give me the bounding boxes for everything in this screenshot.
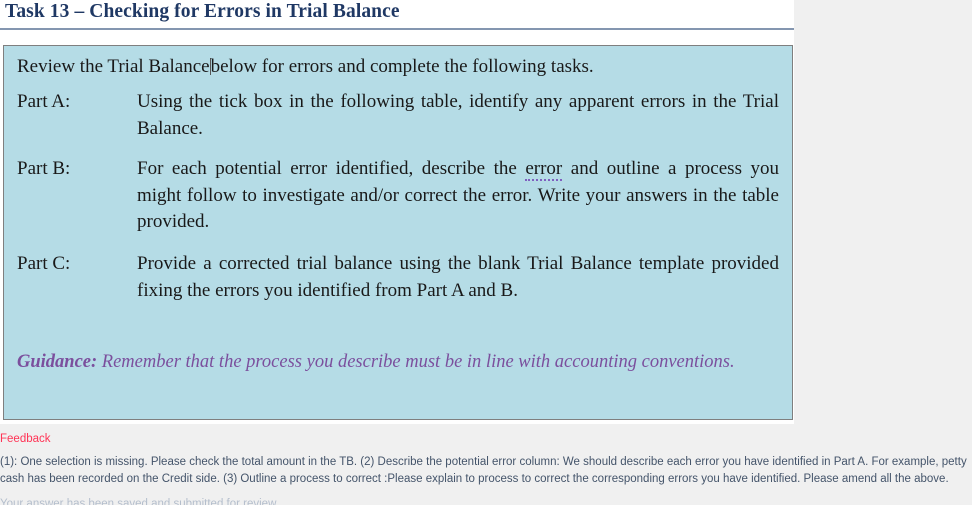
page-title: Task 13 – Checking for Errors in Trial B… <box>5 1 400 22</box>
part-b-text: For each potential error identified, des… <box>137 156 779 236</box>
guidance-label: Guidance: <box>17 352 98 372</box>
intro-text-after-caret: below for errors and complete the follow… <box>210 56 594 77</box>
intro-text-before-caret: Review the Trial Balance <box>17 56 210 77</box>
guidance-note: Guidance: Remember that the process you … <box>17 349 779 375</box>
spellcheck-underlined-word[interactable]: error <box>525 158 563 181</box>
task-instruction-box: Review the Trial Balancebelow for errors… <box>3 45 793 420</box>
guidance-text: Remember that the process you describe m… <box>97 352 735 372</box>
feedback-message: (1): One selection is missing. Please ch… <box>0 456 967 485</box>
feedback-truncated-line: Your answer has been saved and submitted… <box>0 498 279 505</box>
feedback-section: Feedback (1): One selection is missing. … <box>0 424 972 505</box>
part-b-text-segment-1: For each potential error identified, des… <box>137 158 526 179</box>
task-part-c: Part C: Provide a corrected trial balanc… <box>17 251 779 304</box>
part-a-text: Using the tick box in the following tabl… <box>137 91 779 139</box>
task-part-a: Part A: Using the tick box in the follow… <box>17 89 779 142</box>
feedback-heading: Feedback <box>0 433 51 445</box>
intro-paragraph: Review the Trial Balancebelow for errors… <box>17 54 779 80</box>
part-a-label: Part A: <box>17 91 71 112</box>
part-c-label: Part C: <box>17 253 71 274</box>
part-b-label: Part B: <box>17 158 71 179</box>
part-c-text: Provide a corrected trial balance using … <box>137 253 779 301</box>
task-part-b: Part B: For each potential error identif… <box>17 156 779 236</box>
heading-divider <box>0 28 794 30</box>
